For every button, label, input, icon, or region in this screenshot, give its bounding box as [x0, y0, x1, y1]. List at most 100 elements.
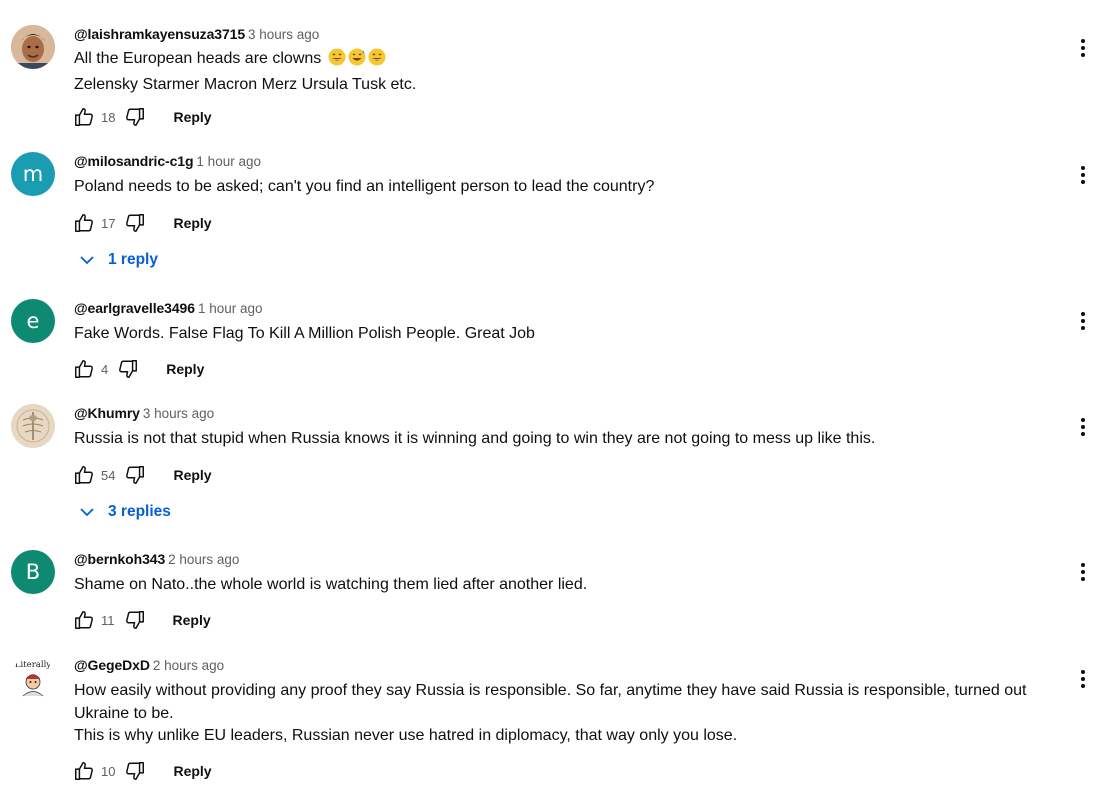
comment-line: Russia is not that stupid when Russia kn… [74, 430, 876, 447]
reply-button[interactable]: Reply [173, 763, 211, 779]
comment-header: @laishramkayensuza3715 3 hours ago [74, 26, 319, 42]
comment-actions: 11 Reply [72, 608, 211, 632]
thumbs-up-icon [75, 466, 93, 484]
more-actions-button[interactable] [1072, 36, 1094, 60]
timestamp[interactable]: 2 hours ago [153, 658, 224, 673]
timestamp[interactable]: 1 hour ago [198, 301, 263, 316]
thumbs-down-icon [119, 360, 138, 378]
grinning-face-icon [368, 48, 386, 74]
like-count: 54 [101, 467, 116, 483]
like-button[interactable] [72, 105, 96, 129]
view-replies-button[interactable]: 3 replies [78, 500, 171, 524]
chevron-down-icon [80, 508, 94, 517]
reply-button[interactable]: Reply [173, 612, 211, 628]
dislike-button[interactable] [123, 463, 147, 487]
thumbs-up-icon [75, 360, 93, 378]
reply-button[interactable]: Reply [173, 467, 211, 483]
author-name[interactable]: @bernkoh343 [74, 551, 165, 567]
comment-line: This is why unlike EU leaders, Russian n… [74, 727, 738, 744]
more-actions-button[interactable] [1072, 667, 1094, 691]
more-actions-button[interactable] [1072, 560, 1094, 584]
replies-label: 3 replies [108, 503, 171, 520]
dislike-button[interactable] [123, 211, 147, 235]
avatar[interactable] [11, 404, 55, 448]
comment-actions: 4 Reply [72, 357, 204, 381]
timestamp[interactable]: 2 hours ago [168, 552, 239, 567]
thumbs-down-icon [126, 214, 145, 232]
more-vert-icon [1081, 166, 1085, 184]
comment-actions: 10 Reply [72, 759, 212, 783]
avatar-letter: e [26, 309, 40, 333]
thumbs-up-icon [75, 214, 93, 232]
author-name[interactable]: @GegeDxD [74, 657, 150, 673]
comment-text: How easily without providing any proof t… [74, 680, 1065, 748]
avatar[interactable]: B [11, 550, 55, 594]
comment-actions: 17 Reply [72, 211, 212, 235]
view-replies-button[interactable]: 1 reply [78, 248, 158, 272]
dislike-button[interactable] [123, 105, 147, 129]
comment-line: Poland needs to be asked; can't you find… [74, 178, 655, 195]
like-count: 18 [101, 109, 116, 125]
replies-label: 1 reply [108, 251, 158, 268]
comment-text: Poland needs to be asked; can't you find… [74, 176, 1065, 199]
author-name[interactable]: @earlgravelle3496 [74, 300, 195, 316]
more-actions-button[interactable] [1072, 309, 1094, 333]
dislike-button[interactable] [123, 608, 147, 632]
thumbs-up-icon [75, 611, 93, 629]
thumbs-down-icon [126, 108, 145, 126]
comment-line: Shame on Nato..the whole world is watchi… [74, 576, 588, 593]
reply-button[interactable]: Reply [166, 361, 204, 377]
thumbs-down-icon [125, 611, 144, 629]
timestamp[interactable]: 1 hour ago [196, 154, 261, 169]
like-button[interactable] [72, 463, 96, 487]
comment-header: @milosandric-c1g 1 hour ago [74, 153, 261, 169]
author-name[interactable]: @laishramkayensuza3715 [74, 26, 245, 42]
comment-header: @bernkoh343 2 hours ago [74, 551, 239, 567]
reply-button[interactable]: Reply [173, 215, 211, 231]
comment-header: @earlgravelle3496 1 hour ago [74, 300, 263, 316]
comment-line: Fake Words. False Flag To Kill A Million… [74, 325, 535, 342]
thumbs-up-icon [75, 108, 93, 126]
avatar[interactable] [11, 25, 55, 69]
more-actions-button[interactable] [1072, 163, 1094, 187]
comment-header: @GegeDxD 2 hours ago [74, 657, 224, 673]
avatar-logo-text: Literally [15, 660, 51, 670]
like-count: 10 [101, 763, 116, 779]
author-name[interactable]: @Khumry [74, 405, 140, 421]
author-name[interactable]: @milosandric-c1g [74, 153, 194, 169]
like-button[interactable] [72, 759, 96, 783]
comment-text: All the European heads are clowns Zelens… [74, 48, 1065, 96]
like-count: 4 [101, 361, 109, 377]
comment-line: How easily without providing any proof t… [74, 682, 1027, 722]
more-vert-icon [1081, 418, 1085, 436]
timestamp[interactable]: 3 hours ago [143, 406, 214, 421]
comment-actions: 54 Reply [72, 463, 212, 487]
more-vert-icon [1081, 312, 1085, 330]
comment-line-text: All the European heads are clowns [74, 50, 322, 67]
comment-text: Russia is not that stupid when Russia kn… [74, 428, 1065, 451]
like-count: 11 [101, 612, 115, 628]
comment-line: All the European heads are clowns [74, 48, 1065, 74]
thumbs-down-icon [126, 466, 145, 484]
dislike-button[interactable] [116, 357, 140, 381]
like-button[interactable] [72, 608, 96, 632]
like-count: 17 [101, 215, 116, 231]
chevron-down-icon [80, 256, 94, 265]
avatar-letter: m [22, 162, 44, 186]
like-button[interactable] [72, 357, 96, 381]
more-vert-icon [1081, 563, 1085, 581]
dislike-button[interactable] [123, 759, 147, 783]
comment-actions: 18 Reply [72, 105, 212, 129]
grinning-sweat-face-icon [348, 48, 366, 74]
like-button[interactable] [72, 211, 96, 235]
avatar[interactable]: m [11, 152, 55, 196]
avatar[interactable]: Literally [11, 656, 55, 700]
timestamp[interactable]: 3 hours ago [248, 27, 319, 42]
comment-line: Zelensky Starmer Macron Merz Ursula Tusk… [74, 75, 417, 93]
grinning-face-icon [328, 48, 346, 74]
reply-button[interactable]: Reply [173, 109, 211, 125]
comment-text: Fake Words. False Flag To Kill A Million… [74, 323, 1065, 346]
thumbs-down-icon [126, 762, 145, 780]
more-actions-button[interactable] [1072, 415, 1094, 439]
avatar[interactable]: e [11, 299, 55, 343]
